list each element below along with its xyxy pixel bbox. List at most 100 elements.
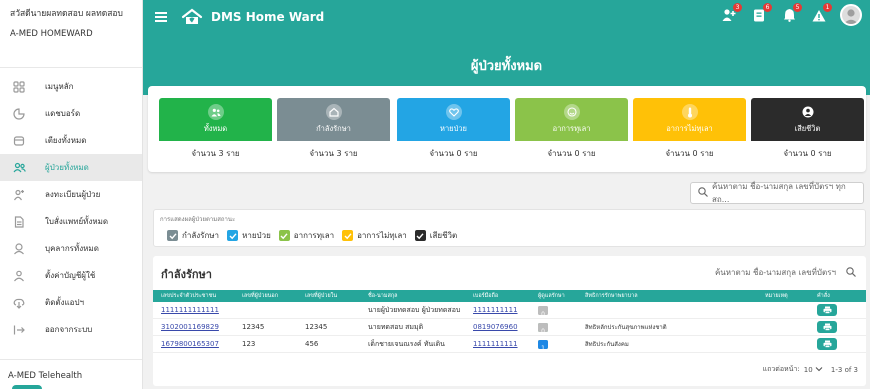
table-search-input[interactable]: ค้นหาตาม ชื่อ-นามสกุล เลขที่บัตรฯ bbox=[715, 266, 856, 279]
column-header[interactable]: เบอร์มือถือ bbox=[473, 290, 498, 302]
column-header[interactable]: คำสั่ง bbox=[817, 290, 830, 302]
column-header[interactable]: สิทธิการรักษาพยาบาล bbox=[585, 290, 638, 302]
rows-per-page-value: 10 bbox=[803, 365, 813, 374]
telehealth-toggle[interactable] bbox=[12, 385, 42, 389]
status-filter: การแสดงผลผู้ป่วยตามสถานะ กำลังรักษา หายป… bbox=[153, 209, 866, 247]
notification-badge: 3 bbox=[733, 3, 742, 12]
filter-label: อาการทุเลา bbox=[293, 231, 335, 240]
filter-checkbox-improving[interactable]: อาการทุเลา bbox=[278, 229, 335, 242]
care-badge: 0 bbox=[538, 323, 548, 335]
status-card-deceased[interactable]: เสียชีวิต จำนวน 0 ราย bbox=[751, 98, 864, 168]
check-icon bbox=[227, 230, 239, 241]
status-card-header: อาการไม่ทุเลา bbox=[633, 98, 746, 141]
sidebar-item-install-app[interactable]: ติดตั้งแอปฯ bbox=[0, 289, 142, 316]
status-card-label: หายป่วย bbox=[440, 124, 467, 133]
care-badge: 0 bbox=[538, 306, 548, 318]
table-title: กำลังรักษา bbox=[161, 268, 212, 281]
patient-search-input[interactable]: ค้นหาตาม ชื่อ-นามสกุล เลขที่บัตรฯ ทุกสถ.… bbox=[690, 182, 864, 204]
sidebar-item-main-menu[interactable]: เมนูหลัก bbox=[0, 73, 142, 100]
clipboard-icon[interactable]: 6 bbox=[750, 3, 772, 24]
sidebar-item-beds[interactable]: เตียงทั้งหมด bbox=[0, 127, 142, 154]
dms-logo-icon bbox=[181, 8, 203, 24]
cell-phone[interactable]: 1111111111 bbox=[473, 336, 518, 353]
sidebar-item-register-patient[interactable]: ลงทะเบียนผู้ป่วย bbox=[0, 181, 142, 208]
menu-icon[interactable] bbox=[155, 10, 167, 24]
column-header[interactable]: หมายเหตุ bbox=[765, 290, 788, 302]
sidebar-item-label: ตั้งค่าบัญชีผู้ใช้ bbox=[45, 271, 96, 280]
status-card-count: จำนวน 0 ราย bbox=[547, 149, 596, 158]
column-header[interactable]: เลขที่ผู้ป่วยนอก bbox=[242, 290, 278, 302]
column-header[interactable]: เลขที่ผู้ป่วยใน bbox=[305, 290, 337, 302]
thermometer-icon bbox=[681, 104, 698, 120]
rows-per-page-select[interactable]: 10 bbox=[804, 366, 823, 374]
filter-checkbox-deceased[interactable]: เสียชีวิต bbox=[414, 229, 458, 242]
app-name: DMS Home Ward bbox=[211, 9, 325, 24]
cell-an: 12345 bbox=[305, 323, 328, 331]
user-plus-icon[interactable]: 3 bbox=[720, 3, 742, 24]
status-card-recovered[interactable]: หายป่วย จำนวน 0 ราย bbox=[397, 98, 510, 168]
sidebar-item-account-settings[interactable]: ตั้งค่าบัญชีผู้ใช้ bbox=[0, 262, 142, 289]
filter-label: กำลังรักษา bbox=[182, 231, 220, 240]
column-header[interactable]: เลขประจำตัวประชาชน bbox=[161, 290, 216, 302]
status-card-header: หายป่วย bbox=[397, 98, 510, 141]
sidebar-footer: A-MED Telehealth bbox=[0, 359, 142, 389]
user-settings-icon bbox=[12, 269, 26, 283]
table-row: 1111111111111 นายผู้ป่วยทดสอบ ผู้ป่วยทดส… bbox=[153, 302, 866, 319]
search-icon bbox=[846, 266, 856, 279]
avatar[interactable] bbox=[840, 4, 862, 26]
sidebar-item-logout[interactable]: ออกจากระบบ bbox=[0, 316, 142, 343]
sidebar-item-staff[interactable]: บุคลากรทั้งหมด bbox=[0, 235, 142, 262]
status-card-not-improving[interactable]: อาการไม่ทุเลา จำนวน 0 ราย bbox=[633, 98, 746, 168]
print-button[interactable] bbox=[817, 321, 837, 333]
check-icon bbox=[167, 230, 178, 241]
filter-checkbox-in-treatment[interactable]: กำลังรักษา bbox=[167, 229, 219, 242]
print-button[interactable] bbox=[817, 304, 837, 316]
status-card-header: ทั้งหมด bbox=[159, 98, 272, 141]
cell-id[interactable]: 3102001169829 bbox=[161, 319, 219, 336]
cell-id[interactable]: 1679800165307 bbox=[161, 336, 219, 353]
column-header[interactable]: ชื่อ-นามสกุล bbox=[368, 290, 398, 302]
sidebar-item-orders[interactable]: ใบสั่งแพทย์ทั้งหมด bbox=[0, 208, 142, 235]
document-icon bbox=[12, 215, 26, 229]
chevron-down-icon bbox=[815, 366, 823, 371]
grid-icon bbox=[12, 80, 26, 94]
status-card-improving[interactable]: อาการทุเลา จำนวน 0 ราย bbox=[515, 98, 628, 168]
patients-icon bbox=[12, 161, 26, 175]
status-card-count: จำนวน 0 ราย bbox=[429, 149, 478, 158]
filter-label: อาการไม่ทุเลา bbox=[357, 231, 407, 240]
filter-checkbox-not-improving[interactable]: อาการไม่ทุเลา bbox=[342, 229, 407, 242]
cell-id[interactable]: 1111111111111 bbox=[161, 302, 219, 319]
cell-hn: 123 bbox=[242, 340, 256, 348]
filter-checkbox-recovered[interactable]: หายป่วย bbox=[227, 229, 271, 242]
status-card-header: กำลังรักษา bbox=[277, 98, 390, 141]
bell-icon[interactable]: 5 bbox=[780, 3, 802, 24]
status-card-label: กำลังรักษา bbox=[316, 124, 351, 133]
home-icon bbox=[325, 104, 342, 120]
alert-icon[interactable]: 1 bbox=[810, 3, 832, 24]
status-card-header: เสียชีวิต bbox=[751, 98, 864, 141]
sidebar-item-patients[interactable]: ผู้ป่วยทั้งหมด bbox=[0, 154, 142, 181]
rows-per-page-label: แถวต่อหน้า: bbox=[762, 365, 800, 373]
sidebar-menu: เมนูหลัก แดชบอร์ด เตียงทั้งหมด ผู้ป่วยทั… bbox=[0, 73, 142, 343]
cell-phone[interactable]: 1111111111 bbox=[473, 302, 518, 319]
check-icon bbox=[278, 230, 290, 241]
pagination-range: 1-3 of 3 bbox=[830, 365, 858, 374]
status-card-label: เสียชีวิต bbox=[794, 124, 821, 133]
sidebar-item-dashboard[interactable]: แดชบอร์ด bbox=[0, 100, 142, 127]
status-card-count: จำนวน 0 ราย bbox=[783, 149, 832, 158]
cell-phone[interactable]: 0819076960 bbox=[473, 319, 518, 336]
top-bar: DMS Home Ward 3 6 5 1 bbox=[143, 0, 870, 33]
install-icon bbox=[12, 296, 26, 310]
filter-label: เสียชีวิต bbox=[429, 231, 458, 240]
print-icon bbox=[823, 323, 831, 331]
status-card-in-treatment[interactable]: กำลังรักษา จำนวน 3 ราย bbox=[277, 98, 390, 168]
column-header[interactable]: ผู้ดูแลรักษา bbox=[538, 290, 565, 302]
table-pagination: แถวต่อหน้า: 10 1-3 of 3 bbox=[763, 364, 858, 375]
print-button[interactable] bbox=[817, 338, 837, 350]
patients-table-panel: กำลังรักษา ค้นหาตาม ชื่อ-นามสกุล เลขที่บ… bbox=[153, 256, 866, 386]
bed-icon bbox=[12, 134, 26, 148]
status-card-label: ทั้งหมด bbox=[203, 124, 228, 133]
sidebar-item-label: ติดตั้งแอปฯ bbox=[45, 298, 85, 307]
sidebar-item-label: ลงทะเบียนผู้ป่วย bbox=[45, 190, 101, 199]
status-card-all[interactable]: ทั้งหมด จำนวน 3 ราย bbox=[159, 98, 272, 168]
